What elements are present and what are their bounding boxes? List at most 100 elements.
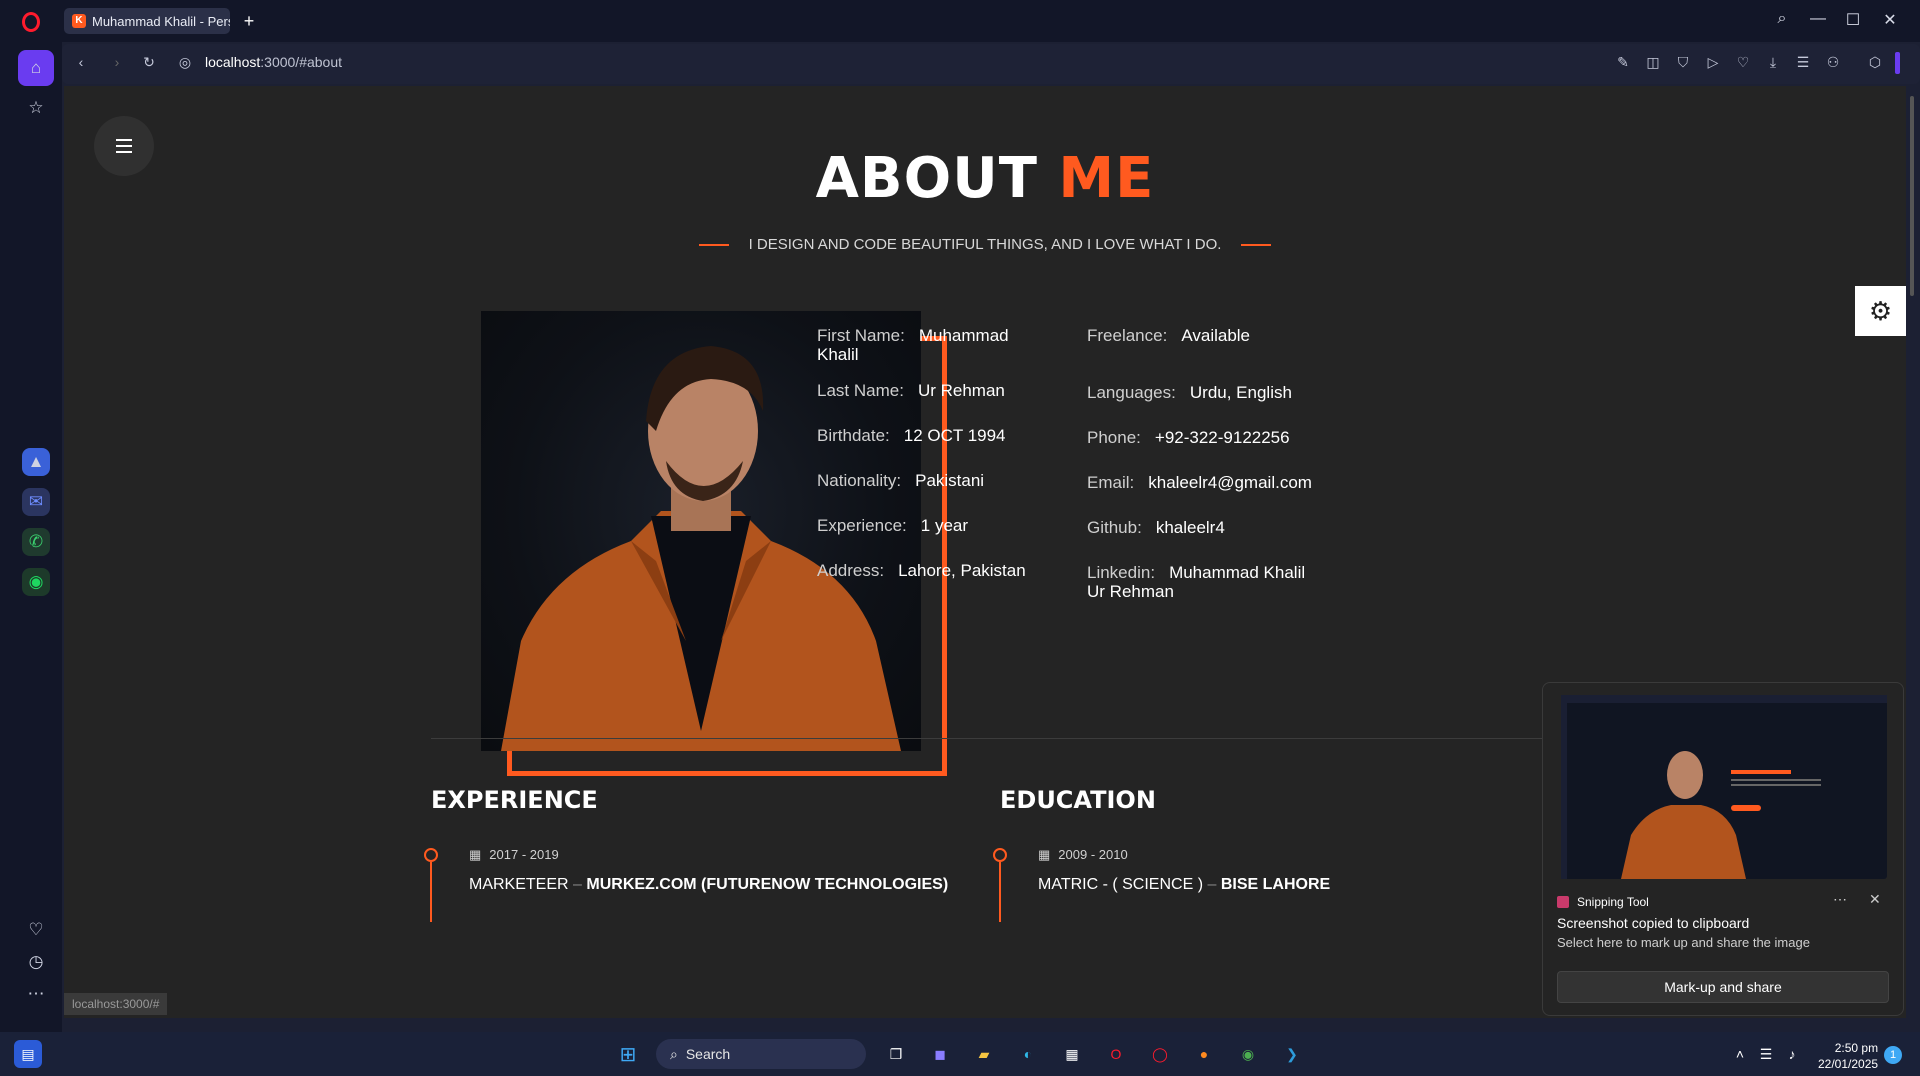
toast-close-icon[interactable]: ✕ (1869, 891, 1881, 908)
date-text: 2017 - 2019 (489, 847, 559, 862)
messenger-icon[interactable]: ✉ (22, 488, 50, 516)
profile-icon[interactable]: ⚇ (1824, 53, 1842, 71)
info-experience: Experience: 1 year (817, 516, 968, 535)
start-button[interactable]: ⊞ (614, 1040, 642, 1068)
info-value: Urdu, English (1189, 383, 1292, 402)
teams-icon[interactable]: ◼ (926, 1040, 954, 1068)
extensions-cube-icon[interactable]: ⬡ (1866, 53, 1884, 71)
wifi-icon[interactable]: ☰ (1752, 1040, 1780, 1068)
download-icon[interactable]: ⤓ (1764, 53, 1782, 71)
back-icon[interactable]: ‹ (72, 53, 90, 71)
toast-submessage: Select here to mark up and share the ima… (1557, 935, 1810, 950)
markup-share-button[interactable]: Mark-up and share (1557, 971, 1889, 1003)
tagline-rule-right (1241, 243, 1272, 246)
site-favicon-icon: K (72, 14, 86, 28)
forward-icon[interactable]: › (108, 53, 126, 71)
title-part-about: ABOUT (815, 146, 1038, 211)
search-tabs-icon[interactable]: ⌕ (1772, 10, 1792, 32)
camera-icon[interactable]: ◫ (1644, 53, 1662, 71)
history-icon[interactable]: ◷ (18, 944, 54, 980)
pinboard-heart-icon[interactable]: ♡ (18, 912, 54, 948)
reload-icon[interactable]: ↻ (140, 53, 158, 71)
info-label: Nationality: (817, 471, 902, 490)
info-last-name: Last Name: Ur Rehman (817, 381, 1005, 400)
info-label: Linkedin: (1087, 563, 1156, 582)
opera-logo-icon[interactable] (22, 12, 40, 32)
task-view-icon[interactable]: ❐ (882, 1040, 910, 1068)
screenshot-thumbnail[interactable] (1561, 695, 1887, 879)
whatsapp-icon[interactable]: ✆ (22, 528, 50, 556)
browser-tab[interactable]: K Muhammad Khalil - Perso (64, 8, 230, 34)
info-label: Languages: (1087, 383, 1176, 402)
sidebar-accent-bar (1895, 52, 1900, 74)
info-github: Github: khaleelr4 (1087, 518, 1225, 537)
education-date: ▦ 2009 - 2010 (1038, 847, 1128, 863)
info-value: 1 year (920, 516, 969, 535)
tray-chevron-icon[interactable]: ˄ (1726, 1040, 1754, 1068)
chrome-icon[interactable]: ◉ (1234, 1040, 1262, 1068)
page-scrollbar[interactable] (1910, 96, 1914, 296)
url-host: localhost (205, 54, 261, 70)
snipping-tool-notification[interactable]: Snipping Tool ⋯ ✕ Screenshot copied to c… (1542, 682, 1904, 1016)
search-icon: ⌕ (670, 1045, 678, 1062)
maximize-button[interactable]: ☐ (1843, 10, 1863, 32)
timeline-line (430, 862, 432, 922)
aria-app-icon[interactable]: ▲ (22, 448, 50, 476)
vpn-shield-icon[interactable]: ⛉ (1674, 53, 1692, 71)
spotify-icon[interactable]: ◉ (22, 568, 50, 596)
new-tab-button[interactable]: + (240, 12, 258, 30)
role-text: MATRIC - ( SCIENCE ) (1038, 876, 1204, 893)
info-value: Ur Rehman (917, 381, 1005, 400)
info-value: Lahore, Pakistan (898, 561, 1026, 580)
easy-setup-icon[interactable]: ☰ (1794, 53, 1812, 71)
settings-gear-button[interactable]: ⚙ (1855, 286, 1906, 336)
info-value: Available (1181, 326, 1251, 345)
clock-date: 22/01/2025 (1818, 1057, 1879, 1071)
volume-icon[interactable]: ♪ (1778, 1040, 1806, 1068)
url-field[interactable]: localhost:3000/#about (205, 54, 342, 70)
info-label: Github: (1087, 518, 1142, 537)
info-label: Birthdate: (817, 426, 890, 445)
tagline-rule-left (698, 243, 729, 246)
experience-title: MARKETEER – MURKEZ.COM (FUTURENOW TECHNO… (469, 876, 948, 894)
timeline-dot (993, 848, 1007, 862)
store-icon[interactable]: ▦ (1058, 1040, 1086, 1068)
info-address: Address: Lahore, Pakistan (817, 561, 1026, 580)
home-icon[interactable]: ⌂ (18, 50, 54, 86)
more-options-icon[interactable]: ⋯ (18, 976, 54, 1012)
url-path: :3000/#about (260, 54, 343, 70)
pinboard-heart-toolbar-icon[interactable]: ♡ (1734, 53, 1752, 71)
speed-dial-star-icon[interactable]: ☆ (18, 90, 54, 126)
education-heading: EDUCATION (1000, 786, 1156, 814)
snapshot-edit-icon[interactable]: ✎ (1614, 53, 1632, 71)
info-label: Experience: (817, 516, 907, 535)
date-text: 2009 - 2010 (1058, 847, 1128, 862)
info-phone: Phone: +92-322-9122256 (1087, 428, 1290, 447)
opera-icon[interactable]: O (1102, 1040, 1130, 1068)
page-title: ABOUT ME (64, 146, 1906, 211)
toast-more-icon[interactable]: ⋯ (1833, 891, 1847, 908)
player-icon[interactable]: ▷ (1704, 53, 1722, 71)
opera-gx-icon[interactable]: ◯ (1146, 1040, 1174, 1068)
dash-separator: – (573, 876, 582, 893)
vscode-icon[interactable]: ❯ (1278, 1040, 1306, 1068)
clock-time: 2:50 pm (1834, 1041, 1879, 1055)
widgets-icon[interactable]: ▤ (14, 1040, 42, 1068)
timeline-dot (424, 848, 438, 862)
minimize-button[interactable]: — (1808, 10, 1828, 32)
firefox-icon[interactable]: ● (1190, 1040, 1218, 1068)
close-window-button[interactable]: ✕ (1880, 10, 1900, 32)
site-info-icon[interactable]: ◎ (176, 53, 194, 71)
info-value: khaleelr4 (1155, 518, 1225, 537)
info-label: Last Name: (817, 381, 904, 400)
taskbar-search[interactable]: ⌕ Search (656, 1039, 866, 1069)
file-explorer-icon[interactable]: ▰ (970, 1040, 998, 1068)
info-label: First Name: (817, 326, 905, 345)
thumbnail-preview (1561, 695, 1887, 879)
taskbar-clock[interactable]: 2:50 pm 22/01/2025 (1818, 1040, 1878, 1072)
info-value: khaleelr4@gmail.com (1148, 473, 1312, 492)
org-text: BISE LAHORE (1220, 876, 1331, 893)
calendar-icon: ▦ (1038, 847, 1051, 862)
notification-badge[interactable]: 1 (1884, 1046, 1902, 1064)
edge-icon[interactable]: ◐ (1014, 1040, 1042, 1068)
